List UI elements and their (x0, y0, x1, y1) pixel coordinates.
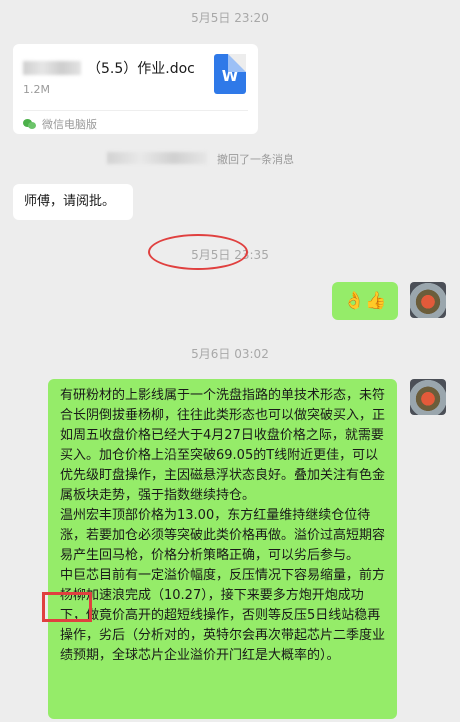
redacted-name (23, 61, 81, 75)
timestamp: 5月5日 23:20 (191, 11, 269, 25)
red-box-annotation (42, 592, 92, 622)
divider (23, 110, 248, 111)
message-paragraph: 中巨芯目前有一定溢价幅度，反压情况下容易缩量，前方杨柳加速浪完成（10.27），… (60, 568, 386, 663)
message-bubble[interactable]: 师傅，请阅批。 (13, 184, 133, 220)
message-paragraph: 有研粉材的上影线属于一个洗盘指路的单技术形态，未符合长阴倒拔垂杨柳，往往此类形态… (60, 388, 386, 503)
file-size: 1.2M (23, 83, 50, 96)
timestamp: 5月6日 03:02 (191, 347, 269, 361)
message-bubble[interactable]: 有研粉材的上影线属于一个洗盘指路的单技术形态，未符合长阴倒拔垂杨柳，往往此类形态… (48, 379, 397, 719)
message-bubble[interactable]: 👌👍 (332, 282, 398, 320)
avatar[interactable] (410, 282, 446, 318)
avatar[interactable] (410, 379, 446, 415)
file-source: 微信电脑版 (42, 118, 97, 131)
redacted-name (107, 152, 207, 164)
word-doc-icon: W (214, 54, 246, 94)
message-paragraph: 温州宏丰顶部价格为13.00，东方红量维持继续仓位待涨，若要加仓必须等突破此类价… (60, 508, 386, 563)
red-circle-annotation (148, 234, 248, 270)
wechat-icon (23, 118, 36, 130)
file-message-card[interactable]: （5.5）作业.doc 1.2M W 微信电脑版 (13, 44, 258, 134)
file-name: （5.5）作业.doc (87, 61, 195, 77)
